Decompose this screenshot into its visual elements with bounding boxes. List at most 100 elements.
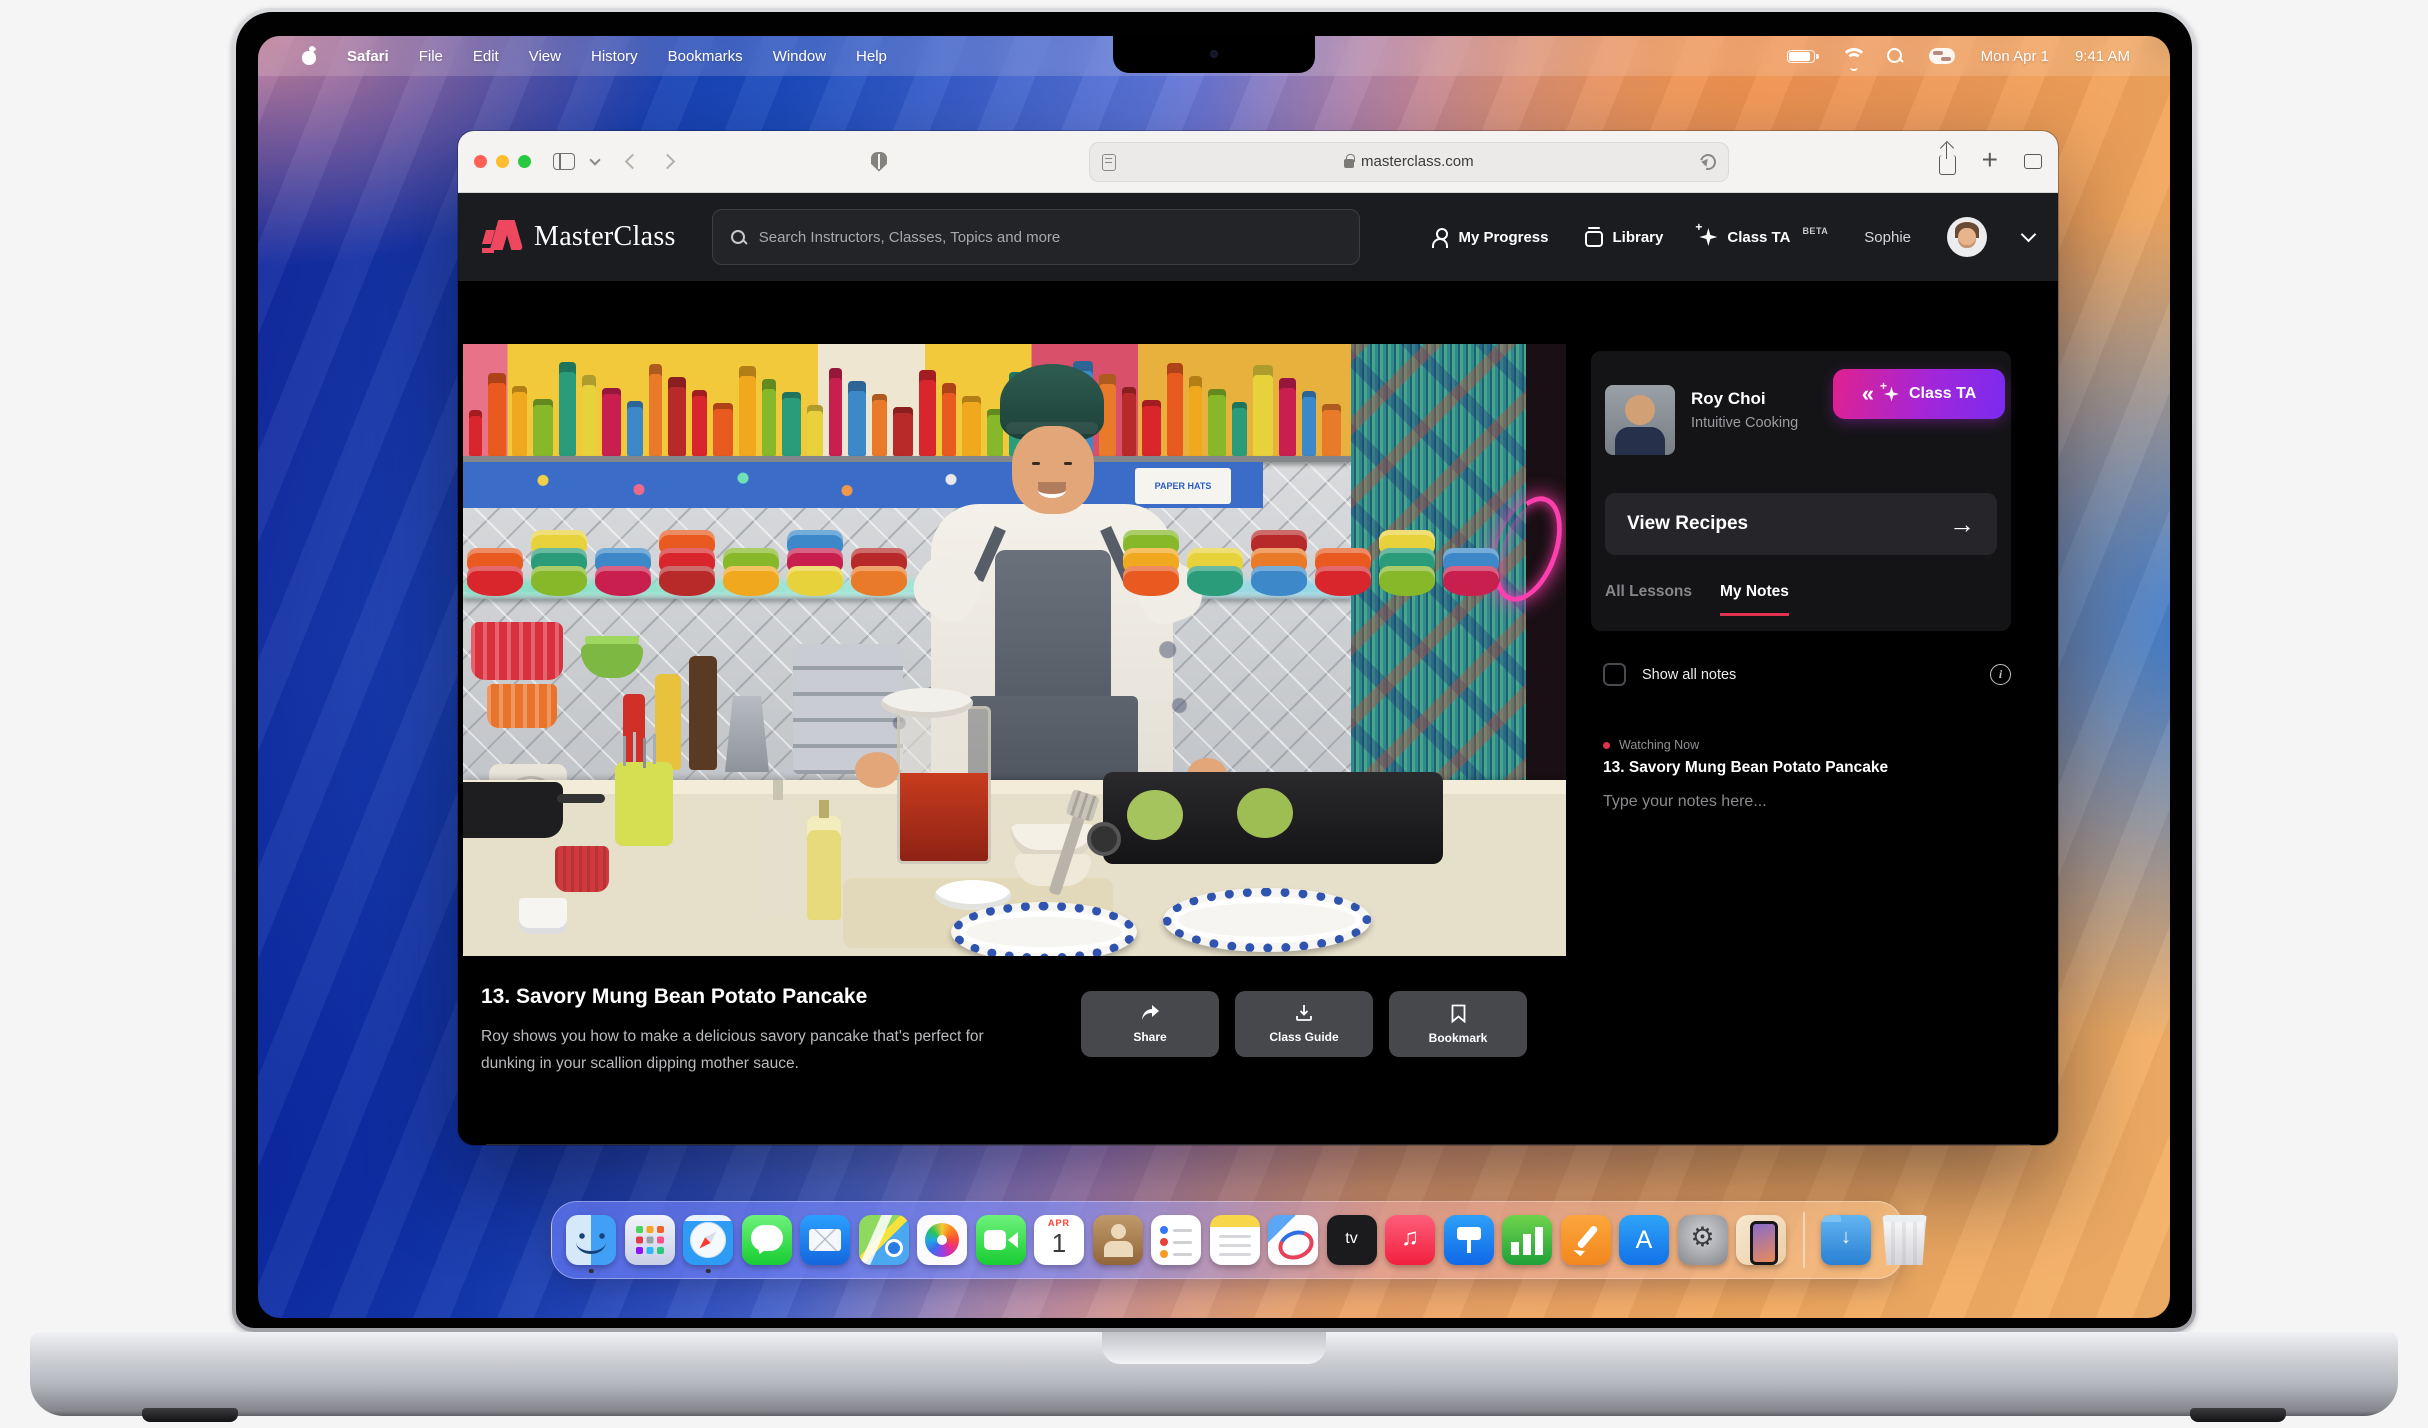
site-search-input[interactable]: Search Instructors, Classes, Topics and … [712, 209, 1360, 265]
macbook-screen-shell: Safari File Edit View History Bookmarks … [232, 8, 2196, 1332]
back-button[interactable] [625, 154, 641, 170]
control-center-icon[interactable] [1929, 48, 1955, 64]
class-guide-button[interactable]: Class Guide [1235, 991, 1373, 1057]
messages-app-icon [742, 1215, 792, 1265]
notes-lesson-title: 13. Savory Mung Bean Potato Pancake [1603, 759, 2011, 777]
dock-item-messages[interactable] [742, 1215, 792, 1265]
video-scene-bowl [467, 566, 523, 596]
address-bar[interactable]: masterclass.com [1089, 142, 1729, 182]
video-player[interactable]: PAPER HATS [463, 344, 1566, 956]
reader-page-icon[interactable] [1102, 154, 1116, 171]
dock-item-pages[interactable] [1561, 1215, 1611, 1265]
reminders-app-icon [1151, 1215, 1201, 1265]
share-icon[interactable] [1939, 155, 1956, 175]
dock-item-facetime[interactable] [976, 1215, 1026, 1265]
video-scene-bowl [1379, 566, 1435, 596]
menu-item-file[interactable]: File [419, 48, 443, 65]
nav-class-ta[interactable]: Class TA BETA [1699, 228, 1828, 246]
menu-bar-date[interactable]: Mon Apr 1 [1981, 48, 2049, 65]
apple-menu-icon[interactable] [302, 47, 317, 65]
dock-item-notes[interactable] [1210, 1215, 1260, 1265]
tab-all-lessons[interactable]: All Lessons [1605, 583, 1692, 616]
class-ta-collapse-button[interactable]: Class TA [1833, 369, 2005, 419]
menu-item-history[interactable]: History [591, 48, 638, 65]
video-scene-sauce-container [897, 706, 991, 864]
dock-item-freeform[interactable] [1268, 1215, 1318, 1265]
pages-app-icon [1561, 1215, 1611, 1265]
video-scene-bowl [659, 566, 715, 596]
video-scene-pan [463, 782, 563, 838]
account-chevron-down-icon[interactable] [2021, 227, 2037, 243]
reload-icon[interactable] [1697, 151, 1719, 173]
info-icon[interactable] [1990, 664, 2011, 685]
dock-item-calendar[interactable]: APR1 [1034, 1215, 1084, 1265]
menu-item-safari[interactable]: Safari [347, 48, 389, 65]
share-arrow-icon [1141, 1004, 1160, 1022]
dock-item-music[interactable]: ♫ [1385, 1215, 1435, 1265]
video-scene-lid-bowl [881, 688, 973, 718]
video-scene-bottle [872, 394, 887, 456]
minimize-window-button[interactable] [496, 155, 509, 168]
tab-overview-icon[interactable] [2024, 154, 2042, 169]
dock-item-photos[interactable] [917, 1215, 967, 1265]
new-tab-icon[interactable] [1982, 150, 1998, 174]
keynote-app-icon [1444, 1215, 1494, 1265]
nav-user[interactable]: Sophie [1864, 229, 1911, 246]
dock-item-mail[interactable] [800, 1215, 850, 1265]
nav-my-progress[interactable]: My Progress [1432, 228, 1548, 246]
dock-item-trash[interactable] [1880, 1215, 1930, 1265]
view-recipes-button[interactable]: View Recipes → [1605, 493, 1997, 555]
masterclass-header: MasterClass Search Instructors, Classes,… [458, 193, 2058, 281]
dock-item-contacts[interactable] [1093, 1215, 1143, 1265]
sidebar-chevron-icon[interactable] [589, 154, 600, 165]
spotlight-search-icon[interactable] [1887, 48, 1903, 64]
battery-icon[interactable] [1787, 50, 1815, 63]
tab-my-notes[interactable]: My Notes [1720, 583, 1789, 616]
dock-item-settings[interactable]: ⚙ [1678, 1215, 1728, 1265]
iphone-app-icon [1736, 1215, 1786, 1265]
nav-library[interactable]: Library [1585, 227, 1664, 247]
menu-item-help[interactable]: Help [856, 48, 887, 65]
privacy-shield-icon[interactable] [871, 152, 887, 172]
notes-input[interactable]: Type your notes here... [1603, 793, 2011, 811]
show-all-notes-checkbox[interactable] [1603, 663, 1626, 686]
user-avatar[interactable] [1947, 217, 1987, 257]
menu-item-window[interactable]: Window [773, 48, 826, 65]
close-window-button[interactable] [474, 155, 487, 168]
zoom-window-button[interactable] [518, 155, 531, 168]
video-scene-bowl [1187, 566, 1243, 596]
share-button[interactable]: Share [1081, 991, 1219, 1057]
dock-item-finder[interactable] [566, 1215, 616, 1265]
dock-item-iphone[interactable] [1736, 1215, 1786, 1265]
share-button-label: Share [1133, 1030, 1166, 1044]
video-scene-bowl [1123, 566, 1179, 596]
dock-item-reminders[interactable] [1151, 1215, 1201, 1265]
freeform-app-icon [1268, 1215, 1318, 1265]
bookmark-button[interactable]: Bookmark [1389, 991, 1527, 1057]
dock-item-keynote[interactable] [1444, 1215, 1494, 1265]
tv-app-icon: tv [1327, 1215, 1377, 1265]
menu-item-bookmarks[interactable]: Bookmarks [668, 48, 743, 65]
video-scene-bottle [848, 381, 866, 456]
sidebar-toggle-icon[interactable] [553, 153, 575, 170]
video-scene-bowl [595, 566, 651, 596]
dock-item-launchpad[interactable] [625, 1215, 675, 1265]
bookmark-icon [1451, 1004, 1466, 1023]
video-scene-bottle [689, 656, 717, 770]
forward-button[interactable] [660, 154, 676, 170]
video-scene-bottle [1189, 376, 1202, 456]
dock-item-safari[interactable] [683, 1215, 733, 1265]
instructor-thumbnail[interactable] [1605, 385, 1675, 455]
wifi-icon[interactable] [1841, 48, 1861, 64]
menu-item-edit[interactable]: Edit [473, 48, 499, 65]
dock-item-downloads[interactable]: ↓ [1821, 1215, 1871, 1265]
dock-item-numbers[interactable] [1502, 1215, 1552, 1265]
dock-item-tv[interactable]: tv [1327, 1215, 1377, 1265]
dock-item-maps[interactable] [859, 1215, 909, 1265]
menu-item-view[interactable]: View [529, 48, 561, 65]
video-scene-bottle [1208, 389, 1226, 456]
beta-badge: BETA [1802, 226, 1828, 236]
masterclass-logo[interactable]: MasterClass [482, 218, 676, 256]
dock-item-appstore[interactable]: A [1619, 1215, 1669, 1265]
menu-bar-clock[interactable]: 9:41 AM [2075, 48, 2130, 65]
